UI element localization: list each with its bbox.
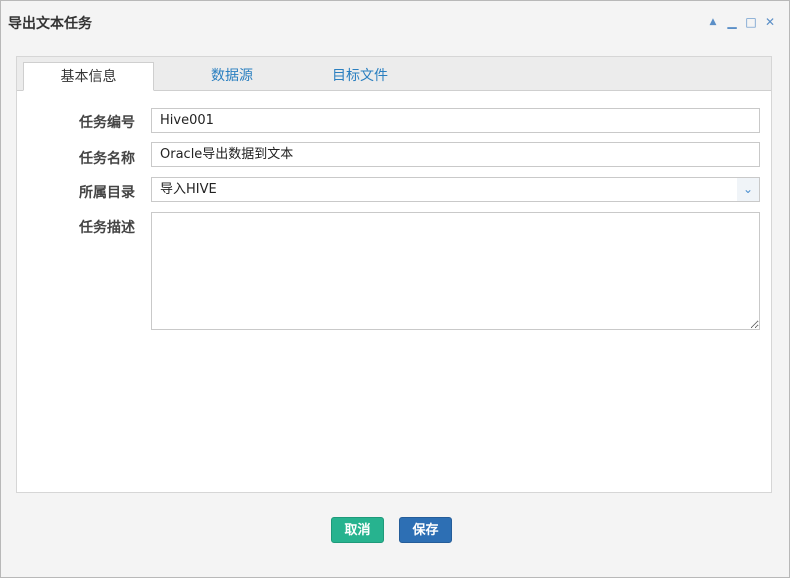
title-bar[interactable]: 导出文本任务 ▲ ▁ □ ✕: [1, 1, 789, 45]
dialog-title: 导出文本任务: [8, 16, 92, 32]
task-name-label: 任务名称: [79, 151, 135, 167]
directory-selected-value: 导入HIVE: [160, 182, 217, 197]
tab-target-file[interactable]: 目标文件: [307, 62, 413, 90]
tab-panel: 基本信息 数据源 目标文件 任务编号 Hive001 任务名称 Oracle导出…: [16, 56, 772, 493]
description-label: 任务描述: [79, 220, 135, 236]
tab-basic-info[interactable]: 基本信息: [23, 62, 154, 91]
chevron-down-icon[interactable]: ⌄: [737, 178, 759, 201]
directory-label: 所属目录: [79, 185, 135, 201]
directory-select[interactable]: 导入HIVE ⌄: [151, 177, 760, 202]
close-icon[interactable]: ✕: [764, 14, 776, 30]
task-name-input[interactable]: Oracle导出数据到文本: [151, 142, 760, 167]
maximize-icon[interactable]: □: [745, 14, 757, 30]
task-id-label: 任务编号: [79, 115, 135, 131]
cancel-button[interactable]: 取消: [331, 517, 384, 543]
save-button[interactable]: 保存: [399, 517, 452, 543]
dialog-window: 导出文本任务 ▲ ▁ □ ✕ 基本信息 数据源 目标文件 任务编号 Hive00…: [0, 0, 790, 578]
task-id-input[interactable]: Hive001: [151, 108, 760, 133]
tab-bar: 基本信息 数据源 目标文件: [17, 57, 771, 91]
description-textarea[interactable]: [151, 212, 760, 330]
minimize-icon[interactable]: ▁: [726, 14, 738, 30]
tab-data-source[interactable]: 数据源: [177, 62, 287, 90]
collapse-icon[interactable]: ▲: [707, 14, 719, 30]
